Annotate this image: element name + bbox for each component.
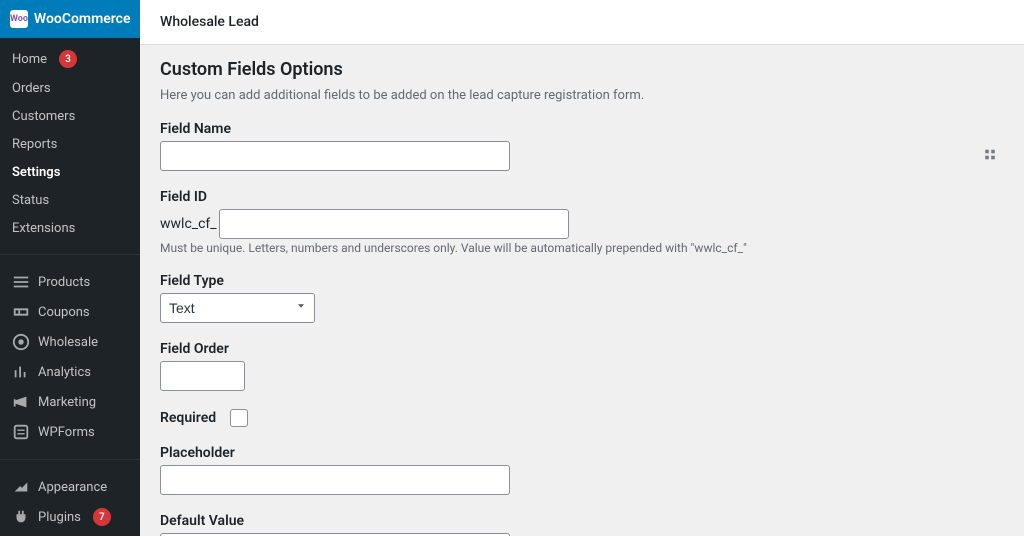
wholesale-icon [12, 333, 30, 351]
marketing-icon [12, 393, 30, 411]
default-value-label: Default Value [160, 513, 1004, 529]
coupons-icon [12, 303, 30, 321]
sidebar-item-products[interactable]: Products [0, 267, 140, 297]
admin-sidebar: Woo WooCommerce Home 3 Orders Customers … [0, 0, 140, 536]
sidebar-item-status[interactable]: Status [0, 186, 140, 214]
field-id-label: Field ID [160, 189, 1004, 205]
field-id-row: wwlc_cf_ [160, 209, 1004, 239]
sidebar-header-woocommerce[interactable]: Woo WooCommerce [0, 0, 140, 38]
sidebar-menu-commerce: Products Coupons Wholesale Analytics Mar… [0, 261, 140, 453]
sidebar-item-label: Products [38, 275, 90, 290]
page-title: Wholesale Lead [160, 14, 259, 30]
sidebar-header-label: WooCommerce [34, 11, 131, 27]
field-type-select[interactable]: Text [160, 293, 315, 323]
sidebar-menu-admin: Appearance Plugins 7 Users Tools [0, 466, 140, 536]
field-group-required: Required [160, 409, 1004, 427]
field-name-label: Field Name [160, 121, 1004, 137]
sidebar-item-label: Status [12, 193, 49, 208]
wpforms-icon [12, 423, 30, 441]
field-type-label: Field Type [160, 273, 1004, 289]
placeholder-label: Placeholder [160, 445, 1004, 461]
sidebar-item-label: Customers [12, 109, 75, 124]
separator [0, 459, 140, 460]
sidebar-item-extensions[interactable]: Extensions [0, 214, 140, 242]
section-title: Custom Fields Options [160, 59, 1004, 80]
section-description: Here you can add additional fields to be… [160, 88, 1004, 103]
sidebar-item-label: Settings [12, 165, 60, 180]
sidebar-item-label: WPForms [38, 425, 95, 440]
sidebar-item-analytics[interactable]: Analytics [0, 357, 140, 387]
appearance-icon [12, 478, 30, 496]
analytics-icon [12, 363, 30, 381]
separator [0, 254, 140, 255]
sidebar-item-label: Plugins [38, 510, 81, 525]
sidebar-item-plugins[interactable]: Plugins 7 [0, 502, 140, 532]
sidebar-item-orders[interactable]: Orders [0, 74, 140, 102]
input-helper-icon [984, 149, 996, 164]
select-wrapper: Text [160, 293, 315, 323]
sidebar-item-reports[interactable]: Reports [0, 130, 140, 158]
field-group-placeholder: Placeholder [160, 445, 1004, 495]
field-id-prefix: wwlc_cf_ [160, 216, 217, 232]
field-name-input[interactable] [160, 141, 510, 171]
sidebar-item-settings[interactable]: Settings [0, 158, 140, 186]
sidebar-item-label: Wholesale [38, 335, 98, 350]
field-id-help: Must be unique. Letters, numbers and und… [160, 241, 1004, 255]
content: Custom Fields Options Here you can add a… [140, 45, 1024, 536]
field-group-id: Field ID wwlc_cf_ Must be unique. Letter… [160, 189, 1004, 255]
sidebar-item-customers[interactable]: Customers [0, 102, 140, 130]
topbar: Wholesale Lead [140, 0, 1024, 45]
sidebar-item-label: Appearance [38, 480, 107, 495]
sidebar-item-wpforms[interactable]: WPForms [0, 417, 140, 447]
sidebar-item-home[interactable]: Home 3 [0, 44, 140, 74]
sidebar-item-label: Analytics [38, 365, 91, 380]
field-order-input[interactable] [160, 361, 245, 391]
required-checkbox[interactable] [230, 409, 248, 427]
sidebar-item-appearance[interactable]: Appearance [0, 472, 140, 502]
required-label: Required [160, 410, 216, 426]
field-group-name: Field Name [160, 121, 1004, 171]
sidebar-item-label: Reports [12, 137, 57, 152]
products-icon [12, 273, 30, 291]
plugins-icon [12, 508, 30, 526]
field-group-default-value: Default Value [160, 513, 1004, 536]
sidebar-item-label: Home [12, 52, 47, 67]
input-wrapper [160, 141, 1004, 171]
sidebar-item-label: Extensions [12, 221, 75, 236]
sidebar-item-users[interactable]: Users [0, 532, 140, 536]
badge: 3 [59, 50, 77, 68]
woocommerce-icon: Woo [10, 10, 28, 28]
sidebar-item-label: Coupons [38, 305, 90, 320]
sidebar-submenu: Home 3 Orders Customers Reports Settings… [0, 38, 140, 248]
field-id-input[interactable] [219, 209, 569, 239]
field-group-order: Field Order [160, 341, 1004, 391]
field-order-label: Field Order [160, 341, 1004, 357]
sidebar-item-label: Orders [12, 81, 51, 96]
field-group-type: Field Type Text [160, 273, 1004, 323]
sidebar-item-marketing[interactable]: Marketing [0, 387, 140, 417]
placeholder-input[interactable] [160, 465, 510, 495]
main-area: Wholesale Lead Custom Fields Options Her… [140, 0, 1024, 536]
sidebar-item-wholesale[interactable]: Wholesale [0, 327, 140, 357]
sidebar-item-coupons[interactable]: Coupons [0, 297, 140, 327]
sidebar-item-label: Marketing [38, 395, 96, 410]
badge: 7 [93, 508, 111, 526]
